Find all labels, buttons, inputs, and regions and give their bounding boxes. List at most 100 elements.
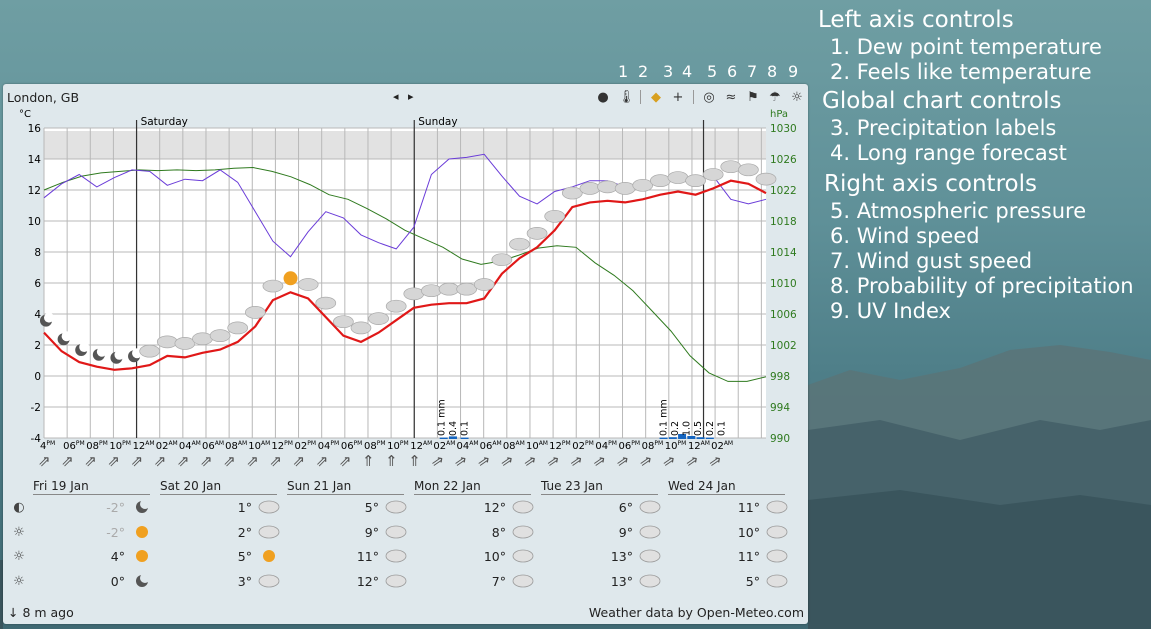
hour-label: 02AM bbox=[433, 440, 455, 452]
left-tick-label: 6 bbox=[34, 278, 41, 290]
moon-icon-mask bbox=[44, 312, 54, 323]
day-weather-icon bbox=[385, 549, 407, 563]
cloud-icon bbox=[262, 279, 284, 293]
right-axis-unit: hPa bbox=[770, 109, 788, 120]
left-tick-label: 0 bbox=[34, 371, 41, 383]
day-header: Mon 22 Jan bbox=[414, 479, 531, 495]
day-temperature: 3° bbox=[237, 574, 252, 589]
precip-label: 0.2 bbox=[670, 421, 681, 436]
cloud-icon bbox=[350, 321, 372, 335]
day-weather-icon bbox=[258, 500, 280, 514]
hour-label: 08AM bbox=[503, 440, 525, 452]
legend-item: 6. Wind speed bbox=[830, 224, 980, 248]
cloud-icon bbox=[421, 284, 442, 298]
toolbar-number: 9 bbox=[788, 62, 799, 81]
wind-arrow: ⇗ bbox=[684, 451, 700, 471]
precip-bar bbox=[460, 437, 469, 439]
toolbar-number: 2 bbox=[638, 62, 649, 81]
cloud-icon bbox=[544, 209, 566, 223]
day-temperature: 11° bbox=[737, 549, 760, 564]
wind-arrow: ⇗ bbox=[131, 452, 144, 470]
day-temperature: -2° bbox=[106, 500, 125, 515]
precip-label: 0.1 mm bbox=[658, 399, 669, 436]
hour-label: 02AM bbox=[156, 440, 178, 452]
right-tick-label: 994 bbox=[770, 402, 790, 414]
meteogram-chart[interactable]: Saturday Sunday°C hPa1614121086420-2-41030… bbox=[3, 84, 808, 479]
day-temperature: 11° bbox=[356, 549, 379, 564]
cloud-icon bbox=[315, 296, 337, 310]
day-weather-icon bbox=[385, 525, 407, 539]
wind-arrow: ⇗ bbox=[661, 451, 677, 471]
hour-label: 08AM bbox=[225, 440, 247, 452]
day-weather-icon bbox=[385, 574, 407, 588]
hour-label: 12AM bbox=[133, 440, 155, 452]
day-temperature: 8° bbox=[491, 525, 506, 540]
wind-arrow: ⇗ bbox=[615, 451, 631, 471]
precip-bar bbox=[668, 437, 677, 439]
legend-item: 4. Long range forecast bbox=[830, 141, 1067, 165]
day-weather-icon bbox=[766, 549, 788, 563]
legend-left-title: Left axis controls bbox=[818, 7, 1014, 33]
cloud-band bbox=[44, 131, 766, 159]
legend-item: 3. Precipitation labels bbox=[830, 116, 1057, 140]
day-temperature: 13° bbox=[610, 574, 633, 589]
day-weather-icon bbox=[512, 549, 534, 563]
day-weather-icon bbox=[136, 573, 150, 587]
day-temperature: 9° bbox=[364, 525, 379, 540]
wind-arrow: ⇗ bbox=[154, 452, 167, 470]
right-tick-label: 1006 bbox=[770, 309, 797, 321]
hour-label: 08PM bbox=[642, 440, 664, 452]
legend-item: 2. Feels like temperature bbox=[830, 60, 1092, 84]
left-tick-label: 10 bbox=[28, 216, 41, 228]
moon-icon-mask bbox=[79, 342, 90, 353]
right-tick-label: 998 bbox=[770, 371, 790, 383]
wind-arrow: ⇗ bbox=[200, 452, 213, 470]
cloud-icon bbox=[720, 160, 742, 174]
day-temperature: 10° bbox=[737, 525, 760, 540]
day-header: Wed 24 Jan bbox=[668, 479, 785, 495]
wind-arrow: ⇗ bbox=[38, 452, 51, 470]
hour-label: 12PM bbox=[271, 440, 293, 452]
cloud-icon bbox=[473, 278, 495, 291]
day-weather-icon bbox=[136, 526, 148, 538]
cloud-icon bbox=[597, 180, 618, 194]
left-tick-label: 14 bbox=[28, 154, 42, 166]
cloud-icon bbox=[561, 186, 583, 200]
day-temperature: 12° bbox=[483, 500, 506, 515]
wind-arrow: ⇗ bbox=[499, 451, 515, 471]
wind-arrow: ⇗ bbox=[223, 452, 236, 470]
day-weather-icon bbox=[639, 574, 661, 588]
moon-icon-mask bbox=[96, 346, 107, 357]
moon-icon-mask bbox=[114, 349, 125, 360]
cloud-icon bbox=[685, 174, 706, 188]
hour-label: 06AM bbox=[480, 440, 502, 452]
left-tick-label: 16 bbox=[28, 123, 42, 135]
hour-label: 06PM bbox=[63, 440, 85, 452]
cloud-icon bbox=[192, 332, 213, 346]
day-header: Sat 20 Jan bbox=[160, 479, 277, 495]
hour-label: 04AM bbox=[179, 440, 201, 452]
cloud-icon bbox=[368, 312, 389, 325]
day-temperature: 0° bbox=[110, 574, 125, 589]
hour-label: 4PM bbox=[40, 440, 55, 452]
cloud-icon bbox=[403, 287, 425, 301]
day-temperature: 1° bbox=[237, 500, 252, 515]
wind-arrow: ⇗ bbox=[339, 452, 352, 470]
wind-arrow: ⇗ bbox=[569, 451, 585, 471]
day-temperature: 5° bbox=[237, 549, 252, 564]
day-label: Saturday bbox=[141, 116, 188, 128]
data-credit-link[interactable]: Weather data by Open-Meteo.com bbox=[589, 605, 804, 620]
day-temperature: 7° bbox=[491, 574, 506, 589]
precip-label: 0.1 bbox=[459, 421, 470, 436]
day-weather-icon bbox=[512, 525, 534, 539]
day-temperature: 10° bbox=[483, 549, 506, 564]
precip-label: 0.1 bbox=[716, 421, 727, 436]
hour-label: 02AM bbox=[711, 440, 733, 452]
right-tick-label: 1030 bbox=[770, 123, 797, 135]
day-weather-icon bbox=[766, 500, 788, 514]
right-tick-label: 1014 bbox=[770, 247, 797, 259]
moon-phase-icon: ◐ bbox=[13, 500, 25, 515]
hour-label: 08PM bbox=[364, 440, 386, 452]
precip-bar bbox=[696, 437, 705, 439]
precip-bar bbox=[439, 437, 448, 439]
